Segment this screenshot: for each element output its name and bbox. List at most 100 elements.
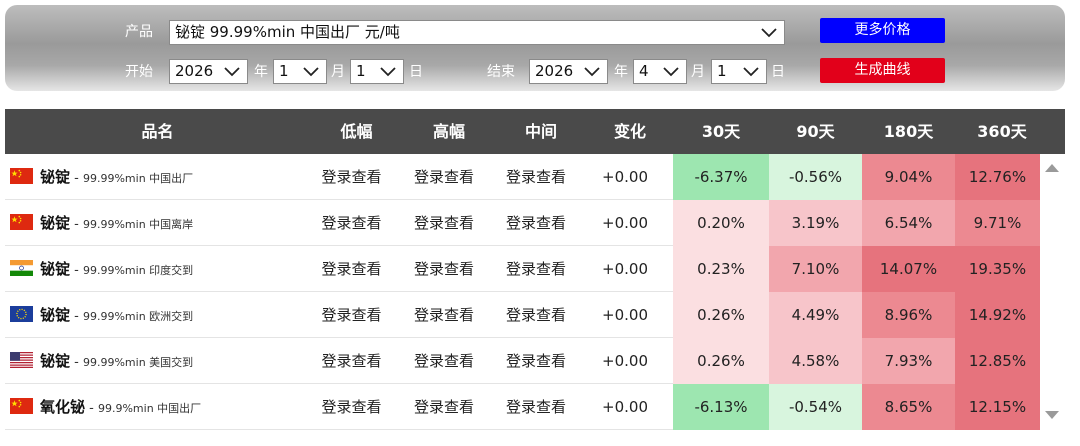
- china-flag-icon: [10, 398, 33, 414]
- change-180d-cell: 8.65%: [862, 384, 955, 430]
- table-header: 品名 低幅 高幅 中间 变化 30天 90天 180天 360天: [5, 109, 1065, 154]
- product-spec: 99.99%min 中国离岸: [82, 218, 194, 231]
- change-30d-cell: 0.20%: [673, 200, 769, 246]
- change-180d-cell: 6.54%: [862, 200, 955, 246]
- more-prices-button[interactable]: 更多价格: [820, 18, 945, 43]
- change-30d-cell: 0.26%: [673, 292, 769, 338]
- column-header-90d: 90天: [796, 122, 835, 141]
- chevron-down-icon: [224, 67, 240, 77]
- low-price-cell[interactable]: 登录查看: [305, 338, 398, 384]
- change-90d-cell: 7.10%: [769, 246, 862, 292]
- change-360d-cell: 12.76%: [955, 154, 1040, 200]
- high-price-cell[interactable]: 登录查看: [398, 200, 490, 246]
- column-header-change: 变化: [613, 122, 646, 141]
- start-year-value: 2026: [175, 62, 214, 80]
- low-price-cell[interactable]: 登录查看: [305, 384, 398, 430]
- start-day-select[interactable]: 1: [350, 59, 404, 84]
- low-price-cell[interactable]: 登录查看: [305, 200, 398, 246]
- end-day-unit: 日: [771, 64, 785, 80]
- high-price-cell[interactable]: 登录查看: [398, 292, 490, 338]
- product-name: 铋锭: [40, 352, 71, 370]
- name-separator: -: [70, 217, 83, 232]
- start-day-value: 1: [356, 62, 366, 80]
- mid-price-cell[interactable]: 登录查看: [490, 246, 582, 292]
- change-cell: +0.00: [602, 306, 648, 324]
- change-30d-cell: 0.26%: [673, 338, 769, 384]
- column-header-mid: 中间: [524, 122, 557, 141]
- product-spec: 99.99%min 欧洲交到: [82, 310, 194, 323]
- end-month-select[interactable]: 4: [633, 59, 687, 84]
- change-180d-cell: 14.07%: [862, 246, 955, 292]
- name-separator: -: [70, 263, 83, 278]
- generate-chart-button[interactable]: 生成曲线: [820, 58, 945, 83]
- product-label: 产品: [125, 24, 153, 40]
- change-90d-cell: 4.58%: [769, 338, 862, 384]
- scroll-down-arrow-icon[interactable]: [1044, 410, 1060, 420]
- filter-panel: 产品 铋锭 99.99%min 中国出厂 元/吨 更多价格 开始 2026 年 …: [5, 5, 1065, 91]
- product-spec: 99.99%min 美国交到: [82, 356, 194, 369]
- change-30d-cell: -6.13%: [673, 384, 769, 430]
- change-cell: +0.00: [602, 260, 648, 278]
- end-year-select[interactable]: 2026: [529, 59, 608, 84]
- product-spec: 99.99%min 中国出厂: [82, 172, 194, 185]
- change-180d-cell: 8.96%: [862, 292, 955, 338]
- scroll-up-arrow-icon[interactable]: [1044, 163, 1060, 173]
- start-month-unit: 月: [331, 64, 345, 80]
- column-header-360d: 360天: [977, 122, 1027, 141]
- table-row[interactable]: 铋锭 - 99.99%min 印度交到 登录查看 登录查看 登录查看 +0.00 0.23…: [5, 246, 1040, 292]
- table-row[interactable]: 铋锭 - 99.99%min 美国交到 登录查看 登录查看 登录查看 +0.00 0.26…: [5, 338, 1040, 384]
- change-360d-cell: 12.15%: [955, 384, 1040, 430]
- product-name: 铋锭: [40, 306, 71, 324]
- mid-price-cell[interactable]: 登录查看: [490, 338, 582, 384]
- start-month-select[interactable]: 1: [273, 59, 327, 84]
- table-row[interactable]: 氧化铋 - 99.9%min 中国出厂 登录查看 登录查看 登录查看 +0.00 -6.1…: [5, 384, 1040, 430]
- mid-price-cell[interactable]: 登录查看: [490, 384, 582, 430]
- name-separator: -: [70, 171, 83, 186]
- low-price-cell[interactable]: 登录查看: [305, 246, 398, 292]
- start-label: 开始: [125, 64, 153, 80]
- chevron-down-icon: [584, 67, 600, 77]
- product-spec: 99.99%min 印度交到: [82, 264, 194, 277]
- start-year-select[interactable]: 2026: [169, 59, 248, 84]
- product-name-cell[interactable]: 铋锭 - 99.99%min 欧洲交到: [10, 292, 193, 338]
- end-day-value: 1: [717, 62, 727, 80]
- end-day-select[interactable]: 1: [711, 59, 767, 84]
- end-year-value: 2026: [535, 62, 574, 80]
- change-180d-cell: 7.93%: [862, 338, 955, 384]
- product-name-cell[interactable]: 氧化铋 - 99.9%min 中国出厂: [10, 384, 201, 430]
- high-price-cell[interactable]: 登录查看: [398, 154, 490, 200]
- us-flag-icon: [10, 352, 33, 368]
- high-price-cell[interactable]: 登录查看: [398, 338, 490, 384]
- product-name-cell[interactable]: 铋锭 - 99.99%min 印度交到: [10, 246, 193, 292]
- name-separator: -: [70, 355, 83, 370]
- product-name: 氧化铋: [40, 398, 86, 416]
- change-cell: +0.00: [602, 398, 648, 416]
- mid-price-cell[interactable]: 登录查看: [490, 154, 582, 200]
- table-row[interactable]: 铋锭 - 99.99%min 中国离岸 登录查看 登录查看 登录查看 +0.00 0.20…: [5, 200, 1040, 246]
- column-header-high: 高幅: [432, 122, 465, 141]
- table-row[interactable]: 铋锭 - 99.99%min 欧洲交到 登录查看 登录查看 登录查看 +0.00 0.26…: [5, 292, 1040, 338]
- mid-price-cell[interactable]: 登录查看: [490, 200, 582, 246]
- start-month-value: 1: [279, 62, 289, 80]
- name-separator: -: [70, 309, 83, 324]
- product-name: 铋锭: [40, 260, 71, 278]
- chevron-down-icon: [663, 67, 679, 77]
- high-price-cell[interactable]: 登录查看: [398, 246, 490, 292]
- product-name-cell[interactable]: 铋锭 - 99.99%min 中国出厂: [10, 154, 193, 200]
- table-row[interactable]: 铋锭 - 99.99%min 中国出厂 登录查看 登录查看 登录查看 +0.00 -6.3…: [5, 154, 1040, 200]
- low-price-cell[interactable]: 登录查看: [305, 154, 398, 200]
- product-name-cell[interactable]: 铋锭 - 99.99%min 中国离岸: [10, 200, 193, 246]
- product-name-cell[interactable]: 铋锭 - 99.99%min 美国交到: [10, 338, 193, 384]
- change-30d-cell: 0.23%: [673, 246, 769, 292]
- change-cell: +0.00: [602, 214, 648, 232]
- product-select[interactable]: 铋锭 99.99%min 中国出厂 元/吨: [169, 20, 785, 45]
- low-price-cell[interactable]: 登录查看: [305, 292, 398, 338]
- product-spec: 99.9%min 中国出厂: [97, 402, 202, 415]
- change-30d-cell: -6.37%: [673, 154, 769, 200]
- high-price-cell[interactable]: 登录查看: [398, 384, 490, 430]
- column-header-low: 低幅: [340, 122, 373, 141]
- mid-price-cell[interactable]: 登录查看: [490, 292, 582, 338]
- end-month-value: 4: [639, 62, 649, 80]
- chevron-down-icon: [303, 67, 319, 77]
- china-flag-icon: [10, 214, 33, 230]
